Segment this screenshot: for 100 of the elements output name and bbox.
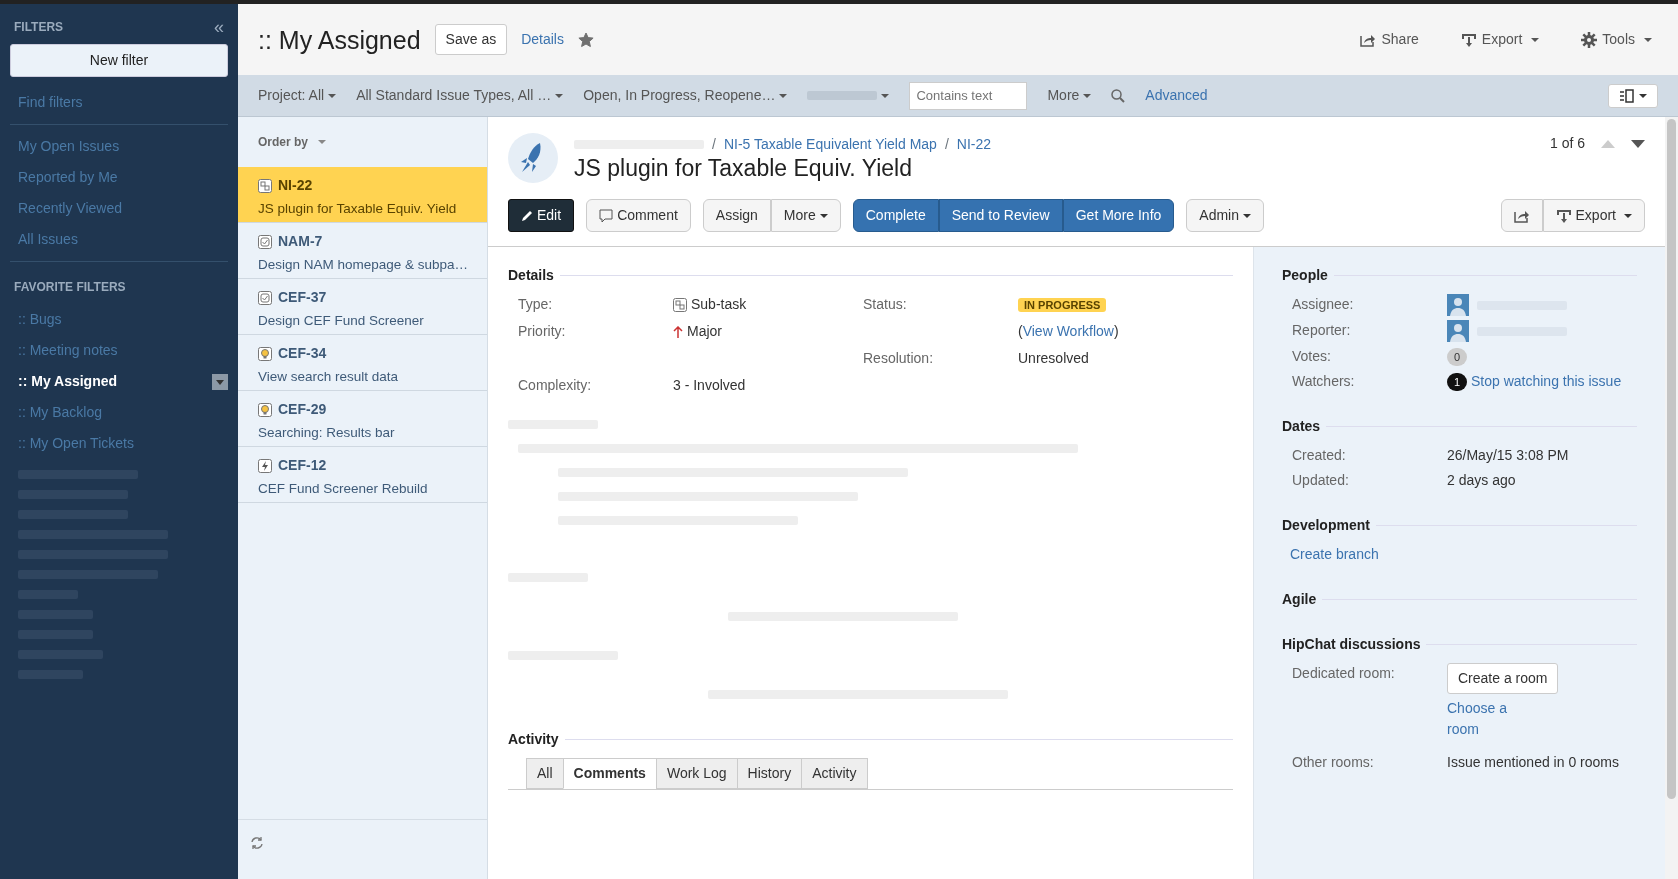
section-heading: Dates: [1282, 416, 1637, 437]
section-heading: People: [1282, 265, 1637, 286]
field-label: Reporter:: [1292, 321, 1352, 340]
field-label: Updated:: [1292, 471, 1350, 490]
issue-summary: CEF Fund Screener Rebuild: [258, 480, 428, 498]
issue-list-item[interactable]: CEF-29 Searching: Results bar: [238, 391, 487, 447]
view-workflow-link[interactable]: View Workflow: [1022, 323, 1114, 339]
next-arrow-icon[interactable]: [1631, 138, 1645, 149]
field-label: Type:: [518, 295, 554, 314]
section-heading: Development: [1282, 515, 1637, 536]
field-label: Watchers:: [1292, 372, 1356, 391]
field-value: Issue mentioned in 0 rooms: [1447, 753, 1620, 772]
issue-key: CEF-29: [278, 399, 327, 420]
field-value: 3 - Involved: [673, 376, 747, 395]
new-filter-button[interactable]: New filter: [10, 44, 228, 77]
collapse-toggle[interactable]: «: [214, 18, 224, 36]
tools-button[interactable]: Tools: [1575, 28, 1658, 51]
issue-list-item[interactable]: CEF-34 View search result data: [238, 335, 487, 391]
issue-title: JS plugin for Taxable Equiv. Yield: [574, 154, 913, 183]
vote-count: 0: [1447, 348, 1467, 366]
issue-list-item[interactable]: NI-22 JS plugin for Taxable Equiv. Yield: [238, 167, 487, 223]
user-avatar-icon: [1447, 294, 1469, 316]
workflow-button[interactable]: Complete: [852, 199, 939, 232]
field-value: 26/May/15 3:08 PM: [1447, 446, 1570, 465]
layout-icon: [1619, 88, 1635, 103]
search-field[interactable]: Contains text: [909, 81, 1028, 110]
admin-button[interactable]: Admin: [1186, 199, 1264, 232]
filter-dropdown[interactable]: [807, 91, 890, 100]
pager-count: 1 of 6: [1549, 134, 1585, 153]
choose-room-link[interactable]: Choose a room: [1447, 698, 1519, 740]
breadcrumb-separator: /: [944, 134, 949, 154]
status-lozenge: IN PROGRESS: [1018, 298, 1107, 312]
sidebar-heading: FILTERS: [14, 19, 64, 36]
pencil-icon: [521, 209, 533, 222]
details-link[interactable]: Details: [521, 29, 564, 50]
activity-tab[interactable]: Work Log: [655, 758, 738, 789]
favorite-filter-link[interactable]: :: My Assigned: [10, 366, 126, 397]
stop-watching-link[interactable]: Stop watching this issue: [1471, 371, 1622, 392]
filter-dropdown[interactable]: Open, In Progress, Reopene…: [583, 85, 788, 106]
watcher-count: 1: [1447, 372, 1467, 391]
workflow-button[interactable]: Send to Review: [938, 199, 1063, 232]
export-button[interactable]: Export: [1454, 28, 1546, 51]
refresh-icon[interactable]: [250, 836, 264, 851]
checkbox-icon: [258, 234, 272, 249]
activity-tab[interactable]: History: [736, 758, 803, 789]
comment-button[interactable]: Comment: [586, 199, 691, 232]
field-label: Other rooms:: [1292, 753, 1375, 772]
order-by-label: Order by: [258, 134, 308, 151]
issue-key: CEF-12: [278, 455, 327, 476]
breadcrumb-separator: /: [712, 134, 716, 154]
workflow-button[interactable]: Get More Info: [1062, 199, 1175, 232]
workflow-text: (View Workflow): [1018, 322, 1120, 341]
activity-tab[interactable]: Comments: [562, 758, 657, 789]
more-button[interactable]: More: [770, 199, 841, 232]
filter-dropdown[interactable]: Project: All: [258, 85, 337, 106]
download-icon: [1460, 32, 1477, 47]
field-value: Unresolved: [1018, 349, 1090, 368]
create-room-button[interactable]: Create a room: [1447, 663, 1559, 694]
issue-key: NI-22: [278, 175, 313, 196]
share-button[interactable]: Share: [1354, 28, 1425, 51]
breadcrumb-link[interactable]: NI-22: [956, 133, 991, 155]
dropdown-toggle-icon[interactable]: [212, 373, 228, 390]
edit-button[interactable]: Edit: [508, 199, 575, 232]
share-button[interactable]: [1500, 199, 1543, 232]
create-branch-link[interactable]: Create branch: [1290, 546, 1379, 562]
issue-summary: View search result data: [258, 368, 399, 386]
field-value: Sub-task: [691, 295, 747, 314]
speech-bubble-icon: [599, 208, 614, 223]
search-icon[interactable]: [1111, 88, 1126, 103]
lightning-icon: [258, 458, 272, 473]
activity-tab[interactable]: Activity: [801, 758, 868, 789]
field-label: Assignee:: [1292, 295, 1355, 314]
issue-key: CEF-34: [278, 343, 327, 364]
section-heading: Agile: [1282, 589, 1637, 610]
issue-key: NAM-7: [278, 231, 323, 252]
star-icon[interactable]: [577, 31, 594, 48]
issue-list-item[interactable]: CEF-12 CEF Fund Screener Rebuild: [238, 447, 487, 503]
lightbulb-icon: [258, 402, 272, 417]
assign-button[interactable]: Assign: [702, 199, 771, 232]
activity-tab[interactable]: All: [526, 758, 564, 789]
advanced-link[interactable]: Advanced: [1145, 85, 1208, 106]
layout-toggle[interactable]: [1608, 83, 1658, 108]
export-button[interactable]: Export: [1542, 199, 1645, 232]
field-label: Created:: [1292, 446, 1347, 465]
scrollbar[interactable]: [1665, 117, 1678, 879]
filter-dropdown[interactable]: All Standard Issue Types, All …: [356, 85, 564, 106]
download-icon: [1555, 208, 1572, 223]
section-heading: Details: [508, 265, 1233, 286]
field-label: Dedicated room:: [1292, 664, 1396, 683]
field-label: Priority:: [518, 322, 567, 341]
issue-list-item[interactable]: CEF-37 Design CEF Fund Screener: [238, 279, 487, 335]
breadcrumb-link[interactable]: NI-5 Taxable Equivalent Yield Map: [723, 133, 937, 155]
field-value: Major: [687, 322, 722, 341]
field-label: Votes:: [1292, 347, 1332, 366]
gear-icon: [1581, 31, 1598, 48]
linked-squares-icon: [258, 178, 272, 193]
issue-list-item[interactable]: NAM-7 Design NAM homepage & subpa…: [238, 223, 487, 279]
section-heading: HipChat discussions: [1282, 634, 1637, 655]
more-dropdown[interactable]: More: [1047, 85, 1092, 106]
save-as-button[interactable]: Save as: [434, 24, 508, 55]
